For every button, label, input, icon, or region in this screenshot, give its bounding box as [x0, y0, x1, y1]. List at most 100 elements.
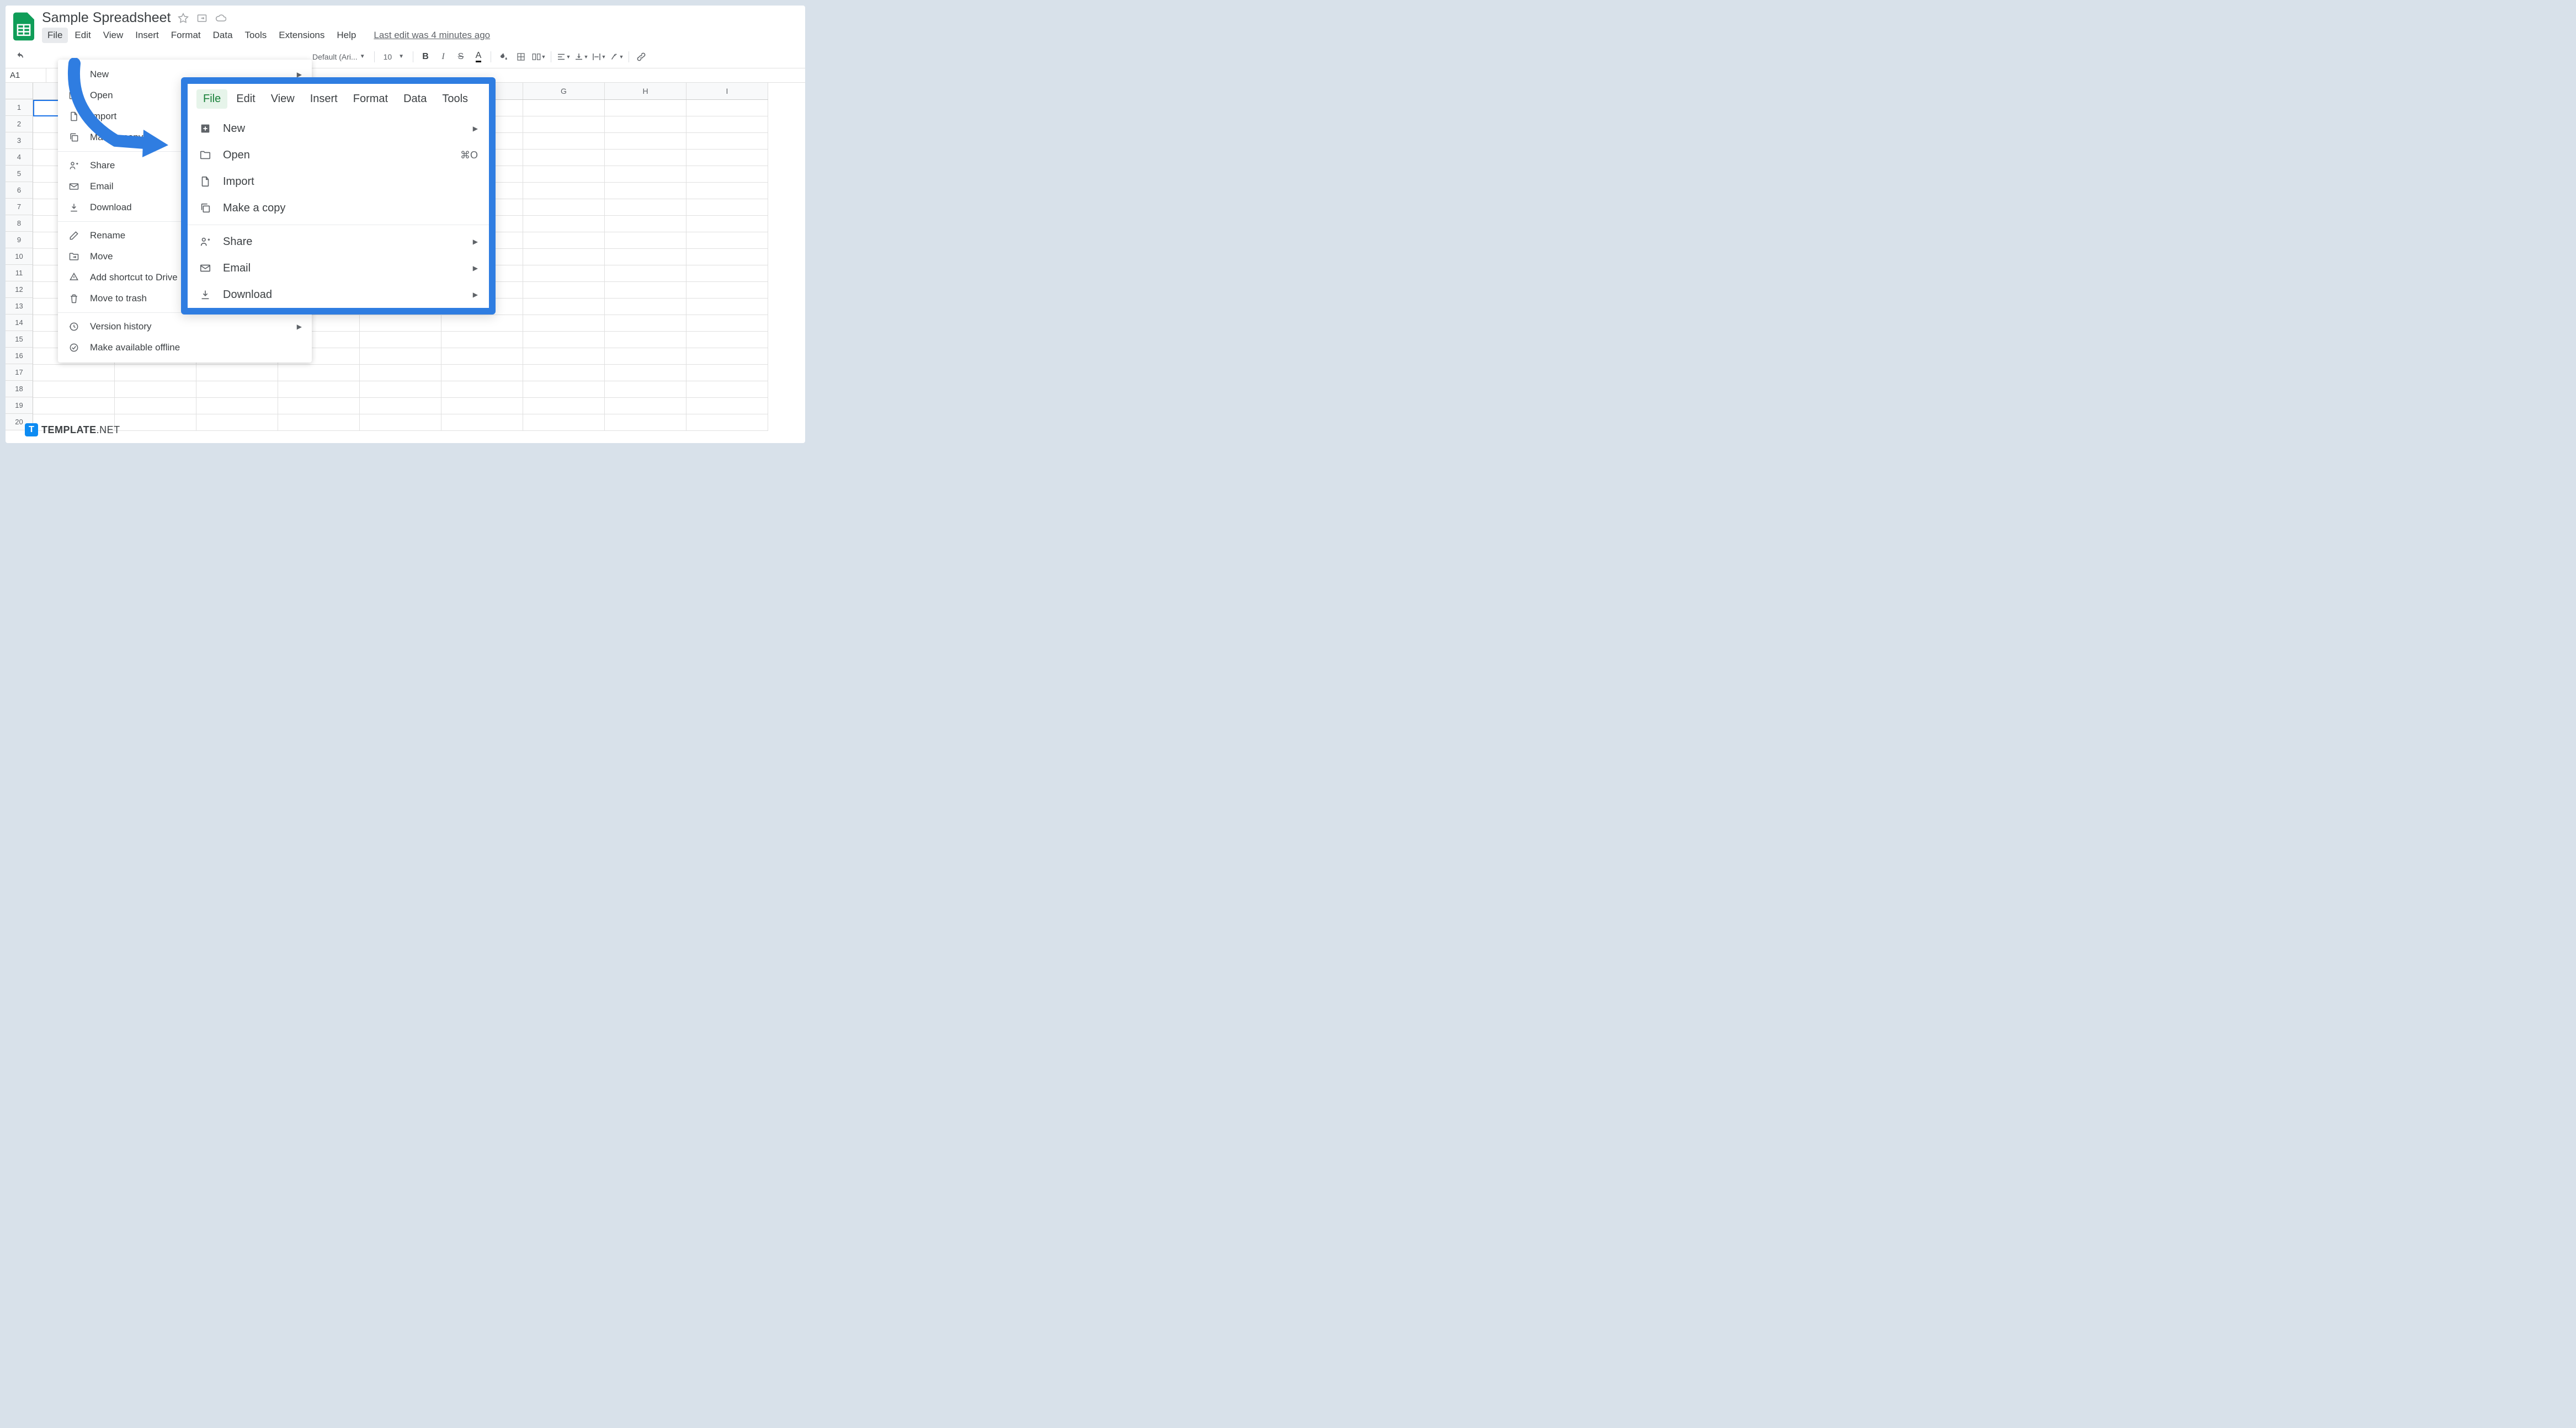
grid-cell[interactable] — [115, 414, 196, 431]
grid-cell[interactable] — [686, 216, 768, 232]
grid-cell[interactable] — [686, 398, 768, 414]
menu-extensions[interactable]: Extensions — [273, 28, 330, 43]
grid-cell[interactable] — [360, 315, 441, 332]
link-icon[interactable] — [634, 49, 649, 65]
grid-cell[interactable] — [605, 381, 686, 398]
fill-color-icon[interactable] — [496, 49, 511, 65]
grid-cell[interactable] — [115, 398, 196, 414]
text-wrap-icon[interactable]: ▼ — [591, 49, 606, 65]
grid-cell[interactable] — [196, 414, 278, 431]
callout-dd-new[interactable]: New▶ — [188, 115, 489, 142]
grid-cell[interactable] — [523, 199, 605, 216]
grid-cell[interactable] — [686, 249, 768, 265]
row-header[interactable]: 13 — [6, 298, 33, 315]
grid-cell[interactable] — [360, 398, 441, 414]
grid-cell[interactable] — [686, 199, 768, 216]
grid-cell[interactable] — [686, 348, 768, 365]
row-header[interactable]: 2 — [6, 116, 33, 132]
grid-cell[interactable] — [441, 315, 523, 332]
grid-cell[interactable] — [523, 183, 605, 199]
grid-cell[interactable] — [686, 166, 768, 183]
callout-dd-open[interactable]: Open⌘O — [188, 142, 489, 168]
grid-cell[interactable] — [605, 166, 686, 183]
row-header[interactable]: 17 — [6, 364, 33, 381]
callout-dd-email[interactable]: Email▶ — [188, 255, 489, 281]
grid-cell[interactable] — [441, 332, 523, 348]
star-icon[interactable] — [178, 13, 189, 26]
font-size-select[interactable]: 10 ▼ — [379, 52, 408, 61]
last-edit-link[interactable]: Last edit was 4 minutes ago — [374, 30, 490, 41]
grid-cell[interactable] — [523, 381, 605, 398]
grid-cell[interactable] — [33, 365, 115, 381]
callout-menu-format[interactable]: Format — [347, 89, 395, 109]
grid-cell[interactable] — [605, 398, 686, 414]
grid-cell[interactable] — [523, 100, 605, 116]
sheets-logo-icon[interactable] — [12, 11, 35, 42]
cloud-status-icon[interactable] — [215, 13, 226, 26]
grid-cell[interactable] — [605, 232, 686, 249]
callout-menu-insert[interactable]: Insert — [304, 89, 344, 109]
grid-cell[interactable] — [523, 133, 605, 150]
grid-cell[interactable] — [686, 414, 768, 431]
grid-cell[interactable] — [441, 398, 523, 414]
callout-menu-data[interactable]: Data — [397, 89, 433, 109]
text-color-icon[interactable]: A — [471, 49, 486, 65]
row-header[interactable]: 18 — [6, 381, 33, 397]
grid-cell[interactable] — [605, 133, 686, 150]
grid-cell[interactable] — [115, 381, 196, 398]
row-header[interactable]: 9 — [6, 232, 33, 248]
grid-cell[interactable] — [523, 299, 605, 315]
grid-cell[interactable] — [523, 365, 605, 381]
text-rotate-icon[interactable]: ▼ — [609, 49, 624, 65]
callout-dd-share[interactable]: Share▶ — [188, 228, 489, 255]
grid-cell[interactable] — [278, 365, 360, 381]
row-header[interactable]: 8 — [6, 215, 33, 232]
v-align-icon[interactable]: ▼ — [573, 49, 589, 65]
grid-cell[interactable] — [360, 414, 441, 431]
menu-insert[interactable]: Insert — [130, 28, 164, 43]
grid-cell[interactable] — [115, 365, 196, 381]
grid-cell[interactable] — [523, 249, 605, 265]
grid-cell[interactable] — [605, 414, 686, 431]
grid-cell[interactable] — [523, 348, 605, 365]
grid-cell[interactable] — [523, 150, 605, 166]
grid-cell[interactable] — [686, 332, 768, 348]
grid-cell[interactable] — [360, 365, 441, 381]
grid-cell[interactable] — [523, 216, 605, 232]
row-header[interactable]: 3 — [6, 132, 33, 149]
row-header[interactable]: 14 — [6, 315, 33, 331]
grid-cell[interactable] — [686, 133, 768, 150]
grid-cell[interactable] — [278, 381, 360, 398]
dd-version-history[interactable]: Version history▶ — [58, 316, 312, 337]
grid-cell[interactable] — [605, 183, 686, 199]
grid-cell[interactable] — [441, 365, 523, 381]
row-header[interactable]: 10 — [6, 248, 33, 265]
grid-cell[interactable] — [686, 282, 768, 299]
grid-cell[interactable] — [196, 398, 278, 414]
grid-cell[interactable] — [33, 381, 115, 398]
callout-menu-edit[interactable]: Edit — [230, 89, 262, 109]
italic-icon[interactable]: I — [435, 49, 451, 65]
grid-cell[interactable] — [605, 315, 686, 332]
menu-tools[interactable]: Tools — [239, 28, 273, 43]
grid-cell[interactable] — [605, 199, 686, 216]
grid-cell[interactable] — [33, 398, 115, 414]
bold-icon[interactable]: B — [418, 49, 433, 65]
callout-menu-tools[interactable]: Tools — [435, 89, 475, 109]
grid-cell[interactable] — [196, 365, 278, 381]
menu-format[interactable]: Format — [166, 28, 206, 43]
grid-cell[interactable] — [686, 299, 768, 315]
grid-cell[interactable] — [523, 232, 605, 249]
row-header[interactable]: 12 — [6, 281, 33, 298]
row-header[interactable]: 6 — [6, 182, 33, 199]
grid-cell[interactable] — [686, 150, 768, 166]
menu-view[interactable]: View — [98, 28, 129, 43]
callout-dd-copy[interactable]: Make a copy — [188, 195, 489, 221]
grid-cell[interactable] — [686, 365, 768, 381]
undo-icon[interactable] — [12, 49, 28, 65]
grid-cell[interactable] — [686, 232, 768, 249]
grid-cell[interactable] — [441, 348, 523, 365]
grid-cell[interactable] — [523, 332, 605, 348]
doc-title[interactable]: Sample Spreadsheet — [42, 10, 171, 26]
grid-cell[interactable] — [605, 348, 686, 365]
